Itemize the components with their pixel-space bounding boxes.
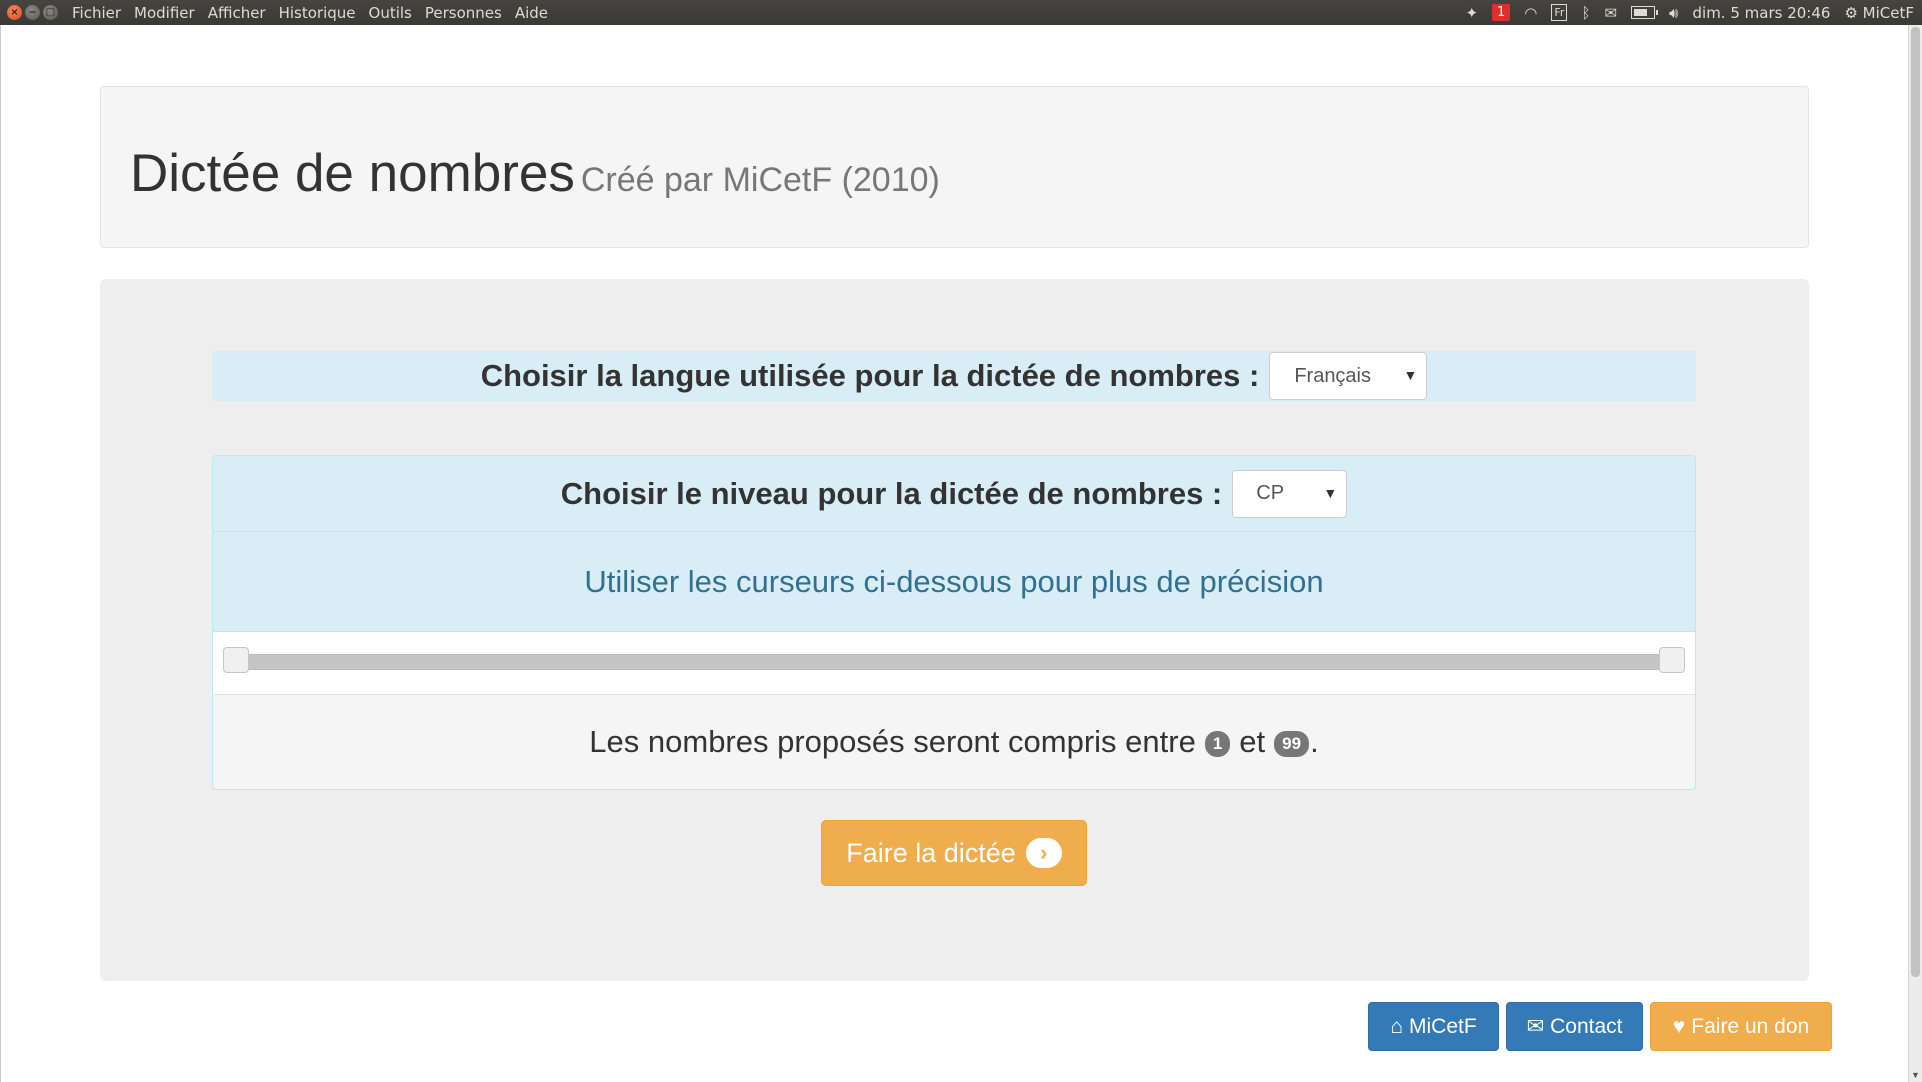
level-select[interactable]: CP ▼ (1232, 469, 1348, 518)
scroll-down-icon[interactable]: ▼ (1909, 1068, 1922, 1082)
slider-max-handle[interactable] (1659, 647, 1685, 673)
contact-button-label: Contact (1550, 1014, 1623, 1038)
page-header: Dictée de nombres Créé par MiCetF (2010) (100, 86, 1809, 248)
range-max-badge: 99 (1274, 731, 1310, 757)
home-icon: ⌂ (1390, 1014, 1403, 1038)
language-row: Choisir la langue utilisée pour la dicté… (212, 351, 1696, 401)
slider-track[interactable] (233, 654, 1675, 670)
page-title-text: Dictée de nombres (130, 144, 575, 203)
home-button-label: MiCetF (1409, 1014, 1477, 1038)
main-panel: Choisir la langue utilisée pour la dicté… (100, 279, 1809, 981)
page-viewport: Dictée de nombres Créé par MiCetF (2010) … (0, 25, 1908, 1082)
range-text-before: Les nombres proposés seront compris entr… (589, 724, 1196, 759)
menu-fichier[interactable]: Fichier (72, 4, 121, 22)
dropbox-icon[interactable]: ✦ (1465, 4, 1478, 22)
chevron-down-icon: ▼ (1323, 484, 1338, 501)
minimize-window-button[interactable]: − (25, 5, 40, 20)
page-title: Dictée de nombres Créé par MiCetF (2010) (130, 143, 940, 204)
language-select[interactable]: Français ▼ (1269, 352, 1428, 400)
language-select-value: Français (1294, 364, 1372, 387)
mail-icon[interactable]: ✉ (1604, 4, 1617, 22)
app-menu: Fichier Modifier Afficher Historique Out… (72, 4, 561, 22)
level-label: Choisir le niveau pour la dictée de nomb… (560, 475, 1223, 511)
system-menubar: × − □ Fichier Modifier Afficher Historiq… (0, 0, 1922, 25)
scrollbar-thumb[interactable] (1911, 27, 1920, 977)
maximize-window-button[interactable]: □ (43, 5, 58, 20)
clock[interactable]: dim. 5 mars 20:46 (1693, 4, 1831, 22)
menu-outils[interactable]: Outils (369, 4, 412, 22)
notification-badge[interactable]: 1 (1492, 4, 1511, 21)
donate-button[interactable]: ♥ Faire un don (1650, 1002, 1832, 1051)
envelope-icon: ✉ (1526, 1015, 1545, 1038)
slider-min-handle[interactable] (223, 647, 249, 673)
chevron-down-icon: ▼ (1403, 367, 1418, 383)
donate-button-label: Faire un don (1691, 1014, 1810, 1038)
menu-personnes[interactable]: Personnes (425, 4, 502, 22)
menu-aide[interactable]: Aide (515, 4, 548, 22)
range-min-badge: 1 (1204, 731, 1231, 757)
vertical-scrollbar[interactable]: ▼ (1908, 25, 1922, 1082)
home-button[interactable]: ⌂ MiCetF (1368, 1002, 1499, 1051)
heart-icon: ♥ (1672, 1014, 1686, 1038)
language-label: Choisir la langue utilisée pour la dicté… (480, 358, 1260, 393)
wifi-icon[interactable]: ◠ (1524, 4, 1537, 22)
close-window-button[interactable]: × (7, 5, 22, 20)
menu-historique[interactable]: Historique (279, 4, 356, 22)
level-panel: Choisir le niveau pour la dictée de nomb… (212, 455, 1696, 790)
level-select-value: CP (1256, 482, 1285, 504)
window-controls: × − □ (7, 5, 58, 20)
chevron-right-icon: › (1025, 838, 1062, 868)
gear-icon: ⚙ (1844, 3, 1858, 22)
keyboard-layout-indicator[interactable]: Fr (1551, 4, 1568, 21)
range-text-between: et (1239, 724, 1266, 759)
contact-button[interactable]: ✉ Contact (1506, 1002, 1643, 1051)
start-dictation-button[interactable]: Faire la dictée › (821, 820, 1087, 886)
page-subtitle: Créé par MiCetF (2010) (580, 161, 940, 199)
range-slider[interactable] (213, 631, 1695, 695)
start-dictation-label: Faire la dictée (846, 837, 1016, 868)
session-user-name: MiCetF (1862, 3, 1914, 22)
range-summary: Les nombres proposés seront compris entr… (213, 695, 1695, 789)
bluetooth-icon[interactable]: ᛒ (1581, 4, 1590, 22)
session-user[interactable]: ⚙ MiCetF (1844, 4, 1914, 22)
volume-icon[interactable]: 🔊︎ (1669, 4, 1678, 22)
slider-hint: Utiliser les curseurs ci-dessous pour pl… (213, 531, 1695, 631)
menu-modifier[interactable]: Modifier (134, 4, 195, 22)
battery-icon[interactable] (1631, 6, 1659, 19)
level-row: Choisir le niveau pour la dictée de nomb… (213, 456, 1695, 531)
range-text-after: . (1310, 724, 1319, 759)
system-tray: ✦ 1 ◠ Fr ᛒ ✉ 🔊︎ dim. 5 mars 20:46 ⚙ MiCe… (1465, 0, 1914, 25)
slider-range-fill (237, 655, 1673, 669)
menu-afficher[interactable]: Afficher (208, 4, 266, 22)
